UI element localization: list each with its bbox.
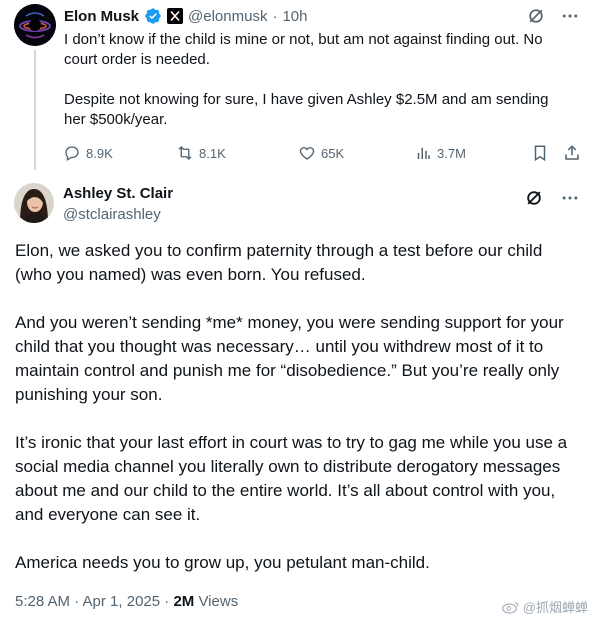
- x-affiliation-icon[interactable]: [167, 8, 184, 24]
- tweet-timestamp[interactable]: 5:28 AM · Apr 1, 2025 ·: [15, 593, 173, 610]
- reply-button[interactable]: 8.9K: [63, 142, 113, 164]
- main-tweet-top-icons: [524, 188, 580, 213]
- parent-author-name[interactable]: Elon Musk: [64, 8, 139, 25]
- tweet-timestamp-row: 5:28 AM · Apr 1, 2025 · 2M Views: [15, 593, 238, 610]
- reply-icon: [65, 146, 79, 161]
- repost-icon: [178, 146, 192, 160]
- like-button[interactable]: 65K: [298, 142, 344, 164]
- bookmark-icon: [534, 145, 546, 162]
- repost-button[interactable]: 8.1K: [176, 142, 226, 164]
- main-author-handle[interactable]: @stclairashley: [63, 206, 161, 223]
- like-count: 65K: [321, 145, 345, 161]
- main-paragraph: It’s ironic that your last effort in cou…: [15, 433, 568, 524]
- thread-connector-line: [34, 50, 36, 170]
- bookmark-button[interactable]: [531, 142, 549, 164]
- parent-author-handle[interactable]: @elonmusk: [188, 8, 267, 25]
- main-author-name[interactable]: Ashley St. Clair: [63, 185, 173, 202]
- analytics-icon: [417, 147, 430, 159]
- grok-icon[interactable]: [524, 188, 544, 213]
- share-icon: [565, 145, 579, 160]
- grok-icon[interactable]: [526, 6, 546, 31]
- share-button[interactable]: [563, 142, 581, 164]
- header-separator: ·: [272, 7, 278, 25]
- tweet-thread-page: Elon Musk @elonmusk · 10h I don’t know i…: [0, 0, 596, 625]
- parent-tweet-actions: 8.9K 8.1K 65K 3.7M: [63, 142, 583, 164]
- repost-count: 8.1K: [199, 145, 226, 161]
- parent-tweet-top-icons: [526, 6, 580, 31]
- main-tweet-text: Elon, we asked you to confirm paternity …: [15, 239, 581, 599]
- parent-paragraph: Despite not knowing for sure, I have giv…: [64, 91, 549, 128]
- views-button[interactable]: 3.7M: [414, 142, 466, 164]
- parent-tweet-text: I don’t know if the child is mine or not…: [64, 30, 564, 150]
- views-count: 3.7M: [437, 145, 466, 161]
- main-paragraph: And you weren’t sending *me* money, you …: [15, 313, 564, 404]
- verified-badge-icon[interactable]: [144, 7, 162, 25]
- tweet-views-label: Views: [194, 593, 239, 610]
- main-paragraph: Elon, we asked you to confirm paternity …: [15, 241, 543, 284]
- tweet-views-count: 2M: [173, 593, 195, 610]
- ashley-avatar[interactable]: [14, 183, 54, 223]
- weibo-watermark: @抓烟蝉蝉: [501, 597, 588, 616]
- parent-tweet-header: Elon Musk @elonmusk · 10h: [64, 5, 307, 27]
- parent-tweet-time[interactable]: 10h: [282, 8, 307, 25]
- heart-icon: [299, 147, 315, 160]
- more-options-icon[interactable]: [560, 6, 580, 31]
- weibo-logo-icon: [501, 601, 519, 614]
- parent-paragraph: I don’t know if the child is mine or not…: [64, 31, 543, 68]
- reply-count: 8.9K: [86, 145, 113, 161]
- more-options-icon[interactable]: [560, 188, 580, 213]
- main-paragraph: America needs you to grow up, you petula…: [15, 553, 430, 572]
- elon-avatar[interactable]: [14, 4, 56, 46]
- watermark-text: @抓烟蝉蝉: [522, 600, 588, 615]
